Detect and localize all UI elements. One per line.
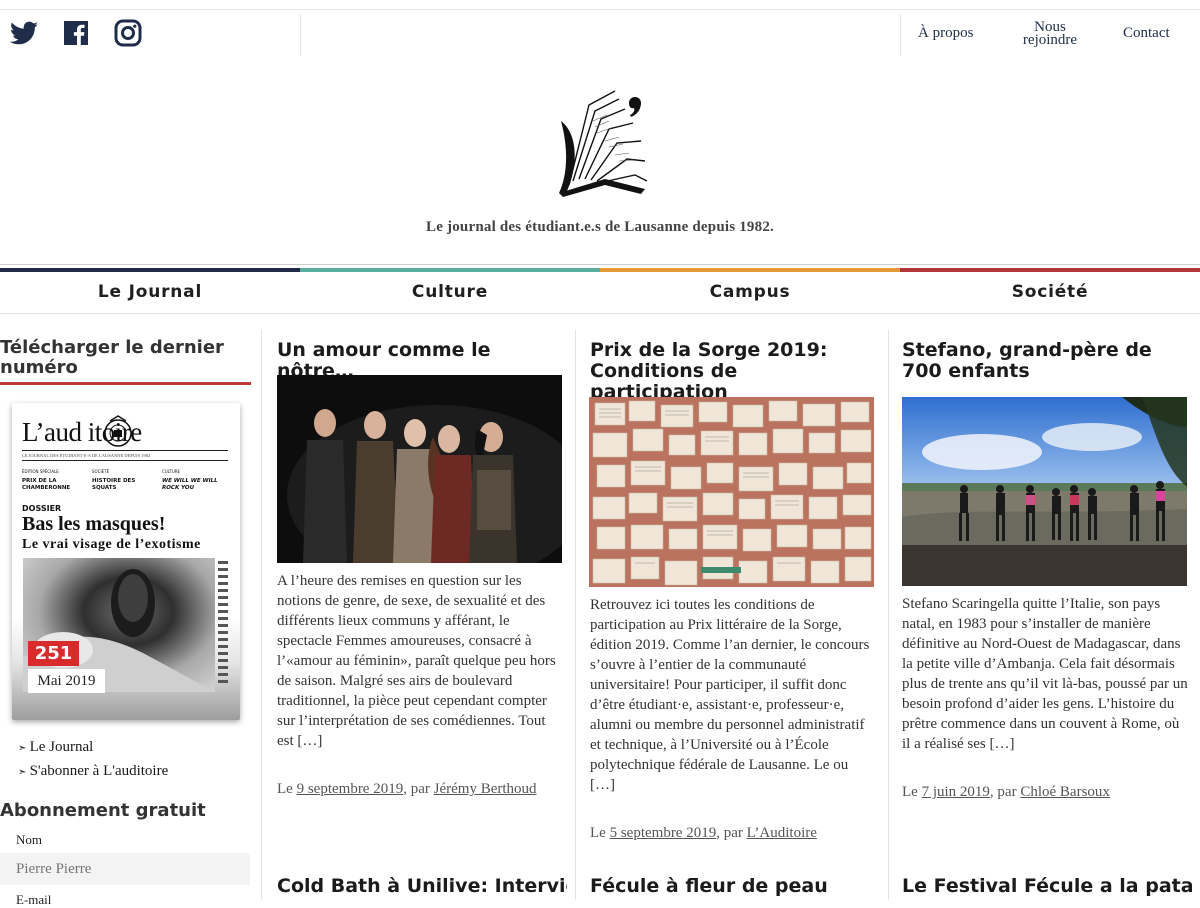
sidebar-links: Le Journal S'abonner à L'auditoire: [18, 736, 169, 784]
name-field-label: Nom: [16, 832, 42, 847]
dark-stage-photo: [277, 375, 562, 563]
category-tab-culture[interactable]: Culture: [300, 272, 600, 313]
site-tagline: Le journal des étudiant.e.s de Lausanne …: [426, 219, 774, 235]
category-tab-journal[interactable]: Le Journal: [0, 272, 300, 313]
top-border: [0, 0, 1200, 10]
category-navigation: Le Journal Culture Campus Société: [0, 272, 1200, 314]
meta-prefix: Le: [277, 781, 293, 797]
article-meta: Le 7 juin 2019, par Chloé Barsoux: [902, 782, 1190, 802]
article-date-link[interactable]: 5 septembre 2019: [610, 825, 717, 841]
instagram-icon[interactable]: [112, 17, 144, 49]
topbar-divider: [300, 14, 301, 56]
download-heading: Télécharger le dernier numéro: [0, 337, 224, 378]
social-links: [8, 17, 144, 49]
issue-date-label: Mai 2019: [28, 669, 105, 693]
cover-section: SOCIÉTÉ HISTOIRE DES SQUATS: [92, 468, 147, 492]
article-date-link[interactable]: 9 septembre 2019: [297, 781, 404, 797]
meta-by: , par: [716, 825, 743, 841]
cover-section: CULTURE WE WILL WE WILL ROCK YOU: [162, 468, 222, 492]
cover-crest-icon: [104, 415, 132, 447]
cover-section-text: HISTOIRE DES SQUATS: [92, 478, 136, 491]
article-title[interactable]: Stefano, grand-père de 700 enfants: [902, 340, 1192, 382]
cover-headline: Bas les masques!: [22, 513, 166, 535]
logo-book-icon: [559, 90, 648, 197]
cover-dossier-label: DOSSIER: [22, 504, 62, 513]
category-tab-societe[interactable]: Société: [900, 272, 1200, 313]
sidebar-red-rule: [0, 382, 251, 385]
cover-section-label: SOCIÉTÉ: [92, 469, 110, 474]
column-divider: [261, 330, 262, 900]
cover-section-text: WE WILL WE WILL ROCK YOU: [162, 478, 218, 491]
nav-contact-link[interactable]: Contact: [1123, 26, 1170, 41]
header-divider: [0, 264, 1200, 265]
twitter-icon[interactable]: [8, 17, 40, 49]
article-author-link[interactable]: Jérémy Berthoud: [434, 781, 537, 797]
article-meta: Le 9 septembre 2019, par Jérémy Berthoud: [277, 779, 563, 799]
article-image[interactable]: [277, 375, 562, 563]
article-excerpt: Retrouvez ici toutes les conditions de p…: [590, 597, 870, 793]
meta-by: , par: [403, 781, 430, 797]
nav-join-link[interactable]: Nous rejoindre: [1012, 20, 1088, 48]
article-author-link[interactable]: Chloé Barsoux: [1020, 784, 1110, 800]
issue-number-badge: 251: [28, 641, 79, 666]
site-logo[interactable]: [549, 81, 655, 201]
email-field-label: E-mail: [16, 892, 52, 907]
sidebar-link-journal[interactable]: Le Journal: [18, 736, 168, 760]
article-image[interactable]: [589, 397, 874, 587]
article-date-link[interactable]: 7 juin 2019: [922, 784, 990, 800]
article-meta: Le 5 septembre 2019, par L’Auditoire: [590, 823, 876, 843]
cover-section-text: PRIX DE LA CHAMBERONNE: [22, 478, 71, 491]
cover-section: ÉDITION SPÉCIALE PRIX DE LA CHAMBERONNE: [22, 468, 82, 492]
meta-by: , par: [989, 784, 1017, 800]
article-excerpt: A l’heure des remises en question sur le…: [277, 573, 556, 749]
facebook-icon[interactable]: [60, 17, 92, 49]
meta-prefix: Le: [590, 825, 606, 841]
nav-about-link[interactable]: À propos: [918, 26, 973, 41]
next-article-title[interactable]: Fécule à fleur de peau: [590, 876, 880, 897]
article-excerpt: Stefano Scaringella quitte l’Italie, son…: [902, 596, 1188, 752]
article-title[interactable]: Prix de la Sorge 2019: Conditions de par…: [590, 340, 880, 403]
article-author-link[interactable]: L’Auditoire: [747, 825, 817, 841]
cover-section-label: ÉDITION SPÉCIALE: [22, 469, 59, 474]
cover-barcode: [218, 561, 228, 691]
sidebar-link-subscribe[interactable]: S'abonner à L'auditoire: [18, 760, 169, 784]
cover-section-label: CULTURE: [162, 469, 181, 474]
name-input[interactable]: [0, 853, 250, 885]
article-image[interactable]: [902, 397, 1187, 586]
cover-subheadline: Le vrai visage de l’exotisme: [22, 537, 201, 552]
category-tab-campus[interactable]: Campus: [600, 272, 900, 313]
open-books-photo: [589, 397, 874, 587]
next-article-title[interactable]: Cold Bath à Unilive: Interview avec les …: [277, 876, 567, 897]
beach-children-photo: [902, 397, 1187, 586]
column-divider: [575, 330, 576, 900]
nav-join-line2: rejoindre: [1022, 32, 1078, 48]
subscribe-heading: Abonnement gratuit: [0, 800, 206, 821]
column-divider: [888, 330, 889, 900]
next-article-title[interactable]: Le Festival Fécule a la patate: [902, 876, 1192, 897]
meta-prefix: Le: [902, 784, 918, 800]
topbar-divider: [900, 14, 901, 56]
cover-subtitle: LE JOURNAL DES ÉTUDIANT·E·S DE LAUSANNE …: [22, 450, 228, 461]
